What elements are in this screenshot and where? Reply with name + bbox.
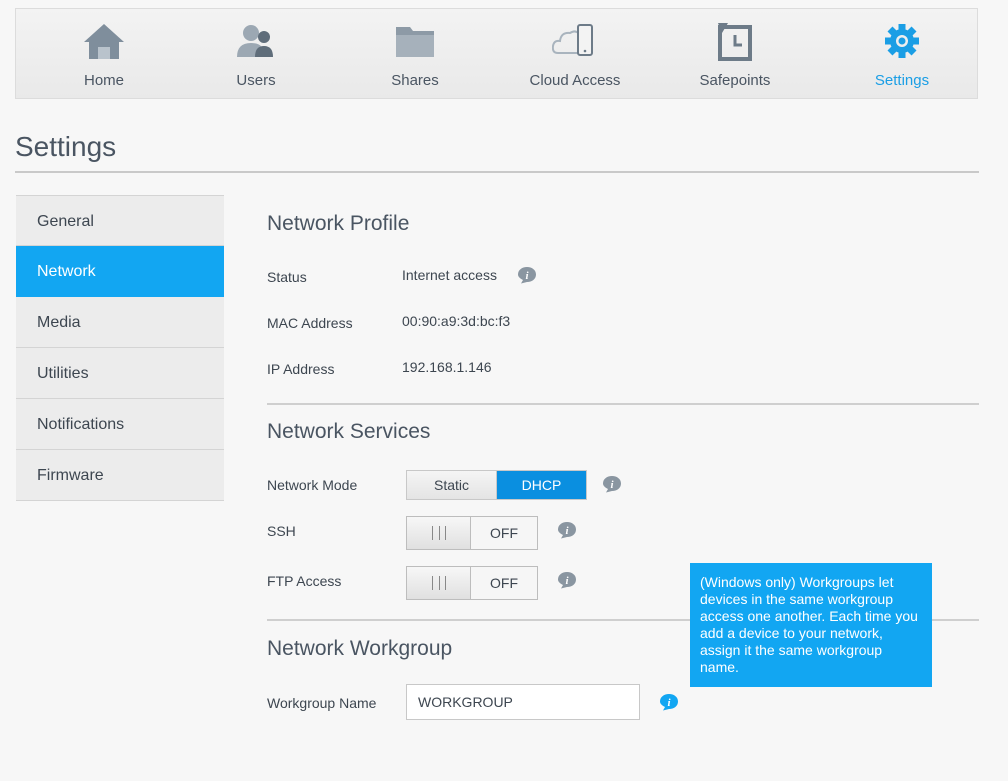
ssh-toggle-state: OFF: [471, 517, 537, 549]
ftp-access-label: FTP Access: [267, 573, 342, 589]
nav-home[interactable]: Home: [34, 9, 174, 100]
ssh-info-icon[interactable]: i: [557, 521, 577, 539]
ssh-toggle[interactable]: OFF: [406, 516, 538, 550]
workgroup-tooltip: (Windows only) Workgroups let devices in…: [690, 563, 932, 687]
ftp-access-toggle[interactable]: OFF: [406, 566, 538, 600]
home-icon: [84, 24, 124, 59]
network-mode-switch: Static DHCP: [406, 470, 587, 500]
ftp-toggle-state: OFF: [471, 567, 537, 599]
sidebar-item-media[interactable]: Media: [16, 297, 224, 348]
ip-address-value: 192.168.1.146: [402, 359, 492, 375]
section-divider: [267, 403, 979, 405]
ftp-access-info-icon[interactable]: i: [557, 571, 577, 589]
ftp-toggle-knob[interactable]: [407, 567, 471, 599]
sidebar-item-notifications[interactable]: Notifications: [16, 399, 224, 450]
status-value: Internet access: [402, 267, 497, 283]
mac-address-value: 00:90:a9:3d:bc:f3: [402, 313, 511, 329]
sidebar-item-utilities[interactable]: Utilities: [16, 348, 224, 399]
nav-home-label: Home: [83, 72, 124, 89]
network-mode-dhcp-option[interactable]: DHCP: [497, 471, 586, 499]
network-mode-label: Network Mode: [267, 477, 358, 493]
mac-address-label: MAC Address: [267, 315, 353, 331]
workgroup-info-icon[interactable]: i: [659, 693, 679, 711]
settings-sidebar: General Network Media Utilities Notifica…: [16, 195, 224, 501]
sidebar-item-firmware[interactable]: Firmware: [16, 450, 224, 501]
network-services-heading: Network Services: [267, 420, 431, 443]
network-profile-heading: Network Profile: [267, 212, 410, 235]
network-workgroup-heading: Network Workgroup: [267, 637, 453, 660]
page-title: Settings: [15, 131, 117, 162]
ssh-label: SSH: [267, 523, 296, 539]
status-label: Status: [267, 269, 307, 285]
sidebar-item-general[interactable]: General: [16, 195, 224, 246]
workgroup-name-label: Workgroup Name: [267, 695, 377, 711]
network-mode-static-option[interactable]: Static: [407, 471, 497, 499]
ip-address-label: IP Address: [267, 361, 335, 377]
status-info-icon[interactable]: i: [517, 266, 537, 284]
sidebar-item-network[interactable]: Network: [16, 246, 224, 297]
network-mode-info-icon[interactable]: i: [602, 475, 622, 493]
workgroup-name-input[interactable]: [406, 684, 640, 720]
ssh-toggle-knob[interactable]: [407, 517, 471, 549]
